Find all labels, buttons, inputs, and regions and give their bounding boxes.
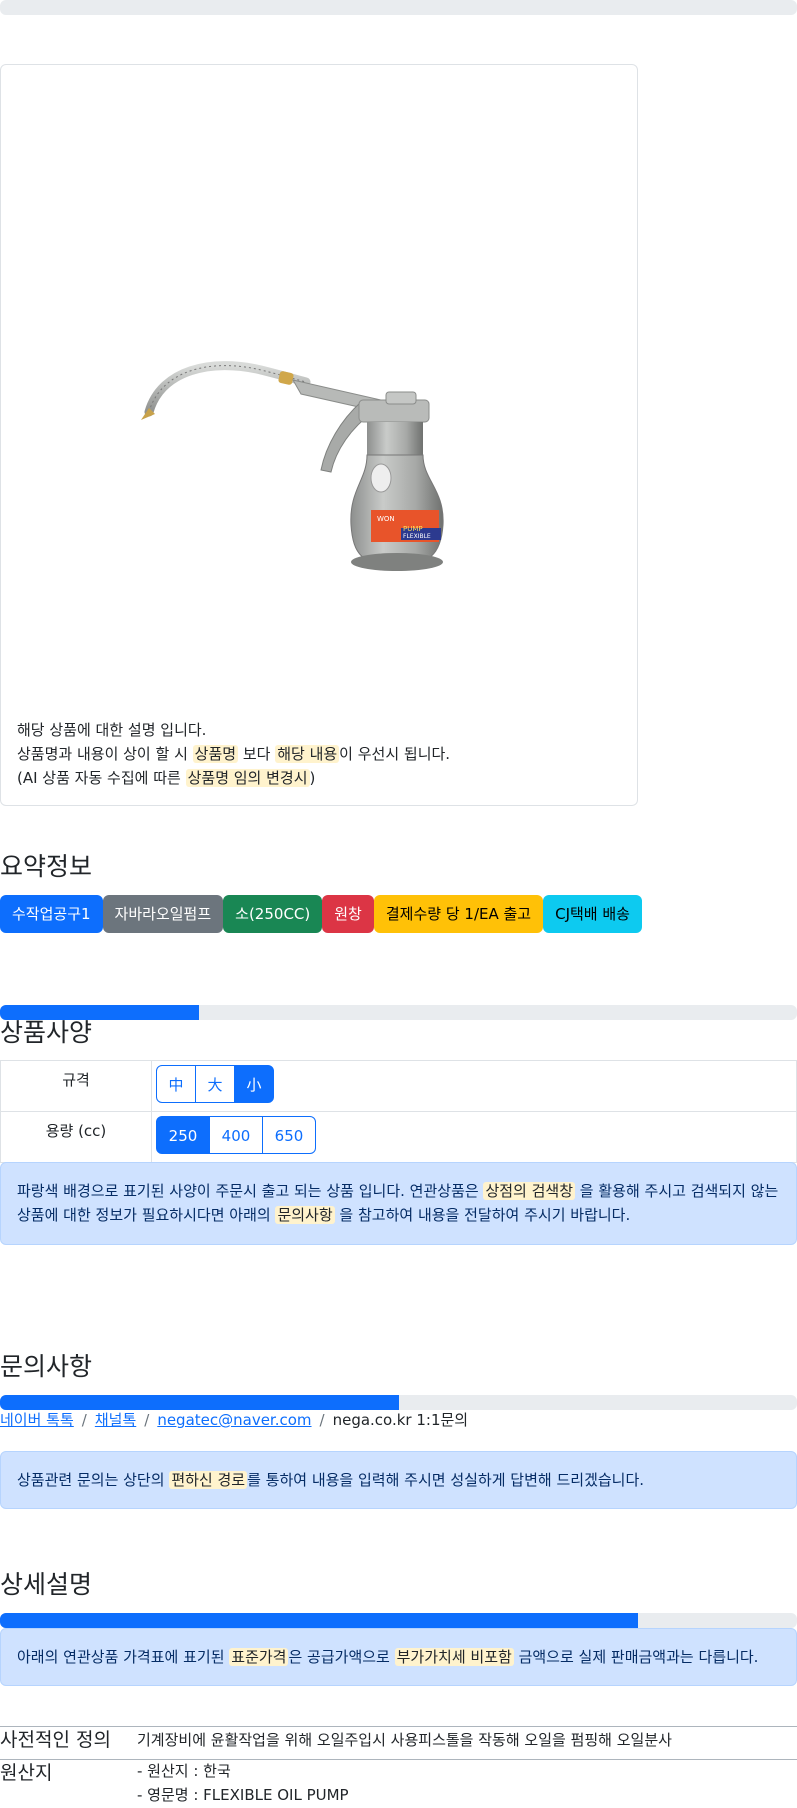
- product-desc-line3: (AI 상품 자동 수집에 따른 상품명 임의 변경시): [17, 769, 316, 787]
- spec-title: 상품사양: [0, 1018, 93, 1047]
- highlight-inquiry: 문의사항: [275, 1206, 335, 1224]
- product-desc-line1: 해당 상품에 대한 설명 입니다.: [17, 721, 207, 739]
- pump-label-3: FLEXIBLE: [403, 533, 431, 540]
- highlight-search: 상점의 검색창: [483, 1182, 576, 1200]
- badge-category: 수작업공구1: [0, 895, 103, 933]
- spec-notice-line2: 상품에 대한 정보가 필요하시다면 아래의 문의사항 을 참고하여 내용을 전달…: [17, 1206, 631, 1224]
- product-card: WON PUMP FLEXIBLE 해당 상품에 대한 설명 입니다. 상품명과…: [0, 64, 638, 806]
- capacity-option-400[interactable]: 400: [209, 1116, 263, 1154]
- product-desc-line2: 상품명과 내용이 상이 할 시 상품명 보다 해당 내용 이 우선시 됩니다.: [17, 745, 451, 763]
- badge-size: 소(250CC): [223, 895, 323, 933]
- capacity-option-650[interactable]: 650: [262, 1116, 316, 1154]
- spec-label-capacity: 용량 (cc): [0, 1111, 152, 1163]
- size-option-small[interactable]: 小: [234, 1065, 274, 1103]
- spec-row-capacity: 용량 (cc) 250 400 650: [0, 1111, 797, 1163]
- pump-label-2: PUMP: [403, 525, 423, 533]
- summary-badges: 수작업공구1 자바라오일펌프 소(250CC) 원창 결제수량 당 1/EA 출…: [0, 895, 642, 933]
- site-inquiry-text: nega.co.kr 1:1문의: [332, 1411, 469, 1429]
- highlight-name-change: 상품명 임의 변경시: [185, 769, 310, 787]
- detail-progress-fill: [0, 1613, 638, 1628]
- detail-progress-bar: [0, 1613, 797, 1628]
- oil-pump-image: WON PUMP FLEXIBLE: [141, 361, 444, 571]
- definition-term: 사전적인 정의: [0, 1729, 111, 1751]
- spec-notice: 파랑색 배경으로 표기된 사양이 주문시 출고 되는 상품 입니다. 연관상품은…: [0, 1162, 797, 1245]
- spec-notice-line1: 파랑색 배경으로 표기된 사양이 주문시 출고 되는 상품 입니다. 연관상품은…: [17, 1182, 779, 1200]
- spec-progress-bar: [0, 1005, 797, 1020]
- summary-title: 요약정보: [0, 852, 93, 881]
- origin-term: 원산지: [0, 1762, 53, 1784]
- inquiry-notice: 상품관련 문의는 상단의 편하신 경로 를 통하여 내용을 입력해 주시면 성실하…: [0, 1451, 797, 1509]
- highlight-route: 편하신 경로: [169, 1471, 248, 1489]
- divider: [0, 1759, 797, 1760]
- inquiry-notice-line: 상품관련 문의는 상단의 편하신 경로 를 통하여 내용을 입력해 주시면 성실하…: [17, 1471, 645, 1489]
- spec-row-size: 규격 中大小: [0, 1060, 797, 1112]
- pump-label-1: WON: [377, 515, 395, 523]
- definition-value: 기계장비에 윤활작업을 위해 오일주입시 사용피스톨을 작동해 오일을 펌핑해 …: [137, 1731, 672, 1749]
- badge-quantity: 결제수량 당 1/EA 출고: [373, 895, 544, 933]
- link-channel-talk[interactable]: 채널톡: [95, 1411, 136, 1429]
- spec-label-size: 규격: [0, 1060, 152, 1112]
- spec-options-size: 中大小: [151, 1060, 797, 1112]
- inquiry-title: 문의사항: [0, 1352, 93, 1381]
- capacity-option-250[interactable]: 250: [156, 1116, 210, 1154]
- size-option-large[interactable]: 大: [195, 1065, 235, 1103]
- detail-notice-line: 아래의 연관상품 가격표에 표기된 표준가격 은 공급가액으로 부가가치세 비포함…: [17, 1648, 759, 1666]
- separator: /: [144, 1411, 150, 1429]
- detail-title: 상세설명: [0, 1570, 93, 1599]
- spec-table: 규격 中大小 용량 (cc) 250 400 650: [0, 1060, 797, 1163]
- highlight-vat: 부가가치세 비포함: [394, 1648, 514, 1666]
- divider: [0, 1726, 797, 1727]
- badge-maker: 원창: [322, 895, 374, 933]
- origin-line1: - 원산지 : 한국: [137, 1762, 231, 1780]
- origin-line2: - 영문명 : FLEXIBLE OIL PUMP: [137, 1786, 349, 1804]
- contact-links: 네이버 톡톡 / 채널톡 / negatec@naver.com / nega.co.kr …: [0, 1409, 468, 1430]
- badge-product-type: 자바라오일펌프: [102, 895, 224, 933]
- separator: /: [81, 1411, 87, 1429]
- size-option-medium[interactable]: 中: [156, 1065, 196, 1103]
- top-progress-bar: [0, 0, 797, 15]
- highlight-product-name: 상품명: [192, 745, 239, 763]
- link-email[interactable]: negatec@naver.com: [157, 1411, 311, 1429]
- inquiry-progress-bar: [0, 1395, 797, 1410]
- detail-notice: 아래의 연관상품 가격표에 표기된 표준가격 은 공급가액으로 부가가치세 비포함…: [0, 1628, 797, 1686]
- inquiry-progress-fill: [0, 1395, 399, 1410]
- highlight-standard-price: 표준가격: [229, 1648, 289, 1666]
- link-naver-talk[interactable]: 네이버 톡톡: [0, 1411, 74, 1429]
- separator: /: [319, 1411, 325, 1429]
- badge-delivery: CJ택배 배송: [543, 895, 642, 933]
- spec-options-capacity: 250 400 650: [151, 1111, 797, 1163]
- highlight-content: 해당 내용: [275, 745, 340, 763]
